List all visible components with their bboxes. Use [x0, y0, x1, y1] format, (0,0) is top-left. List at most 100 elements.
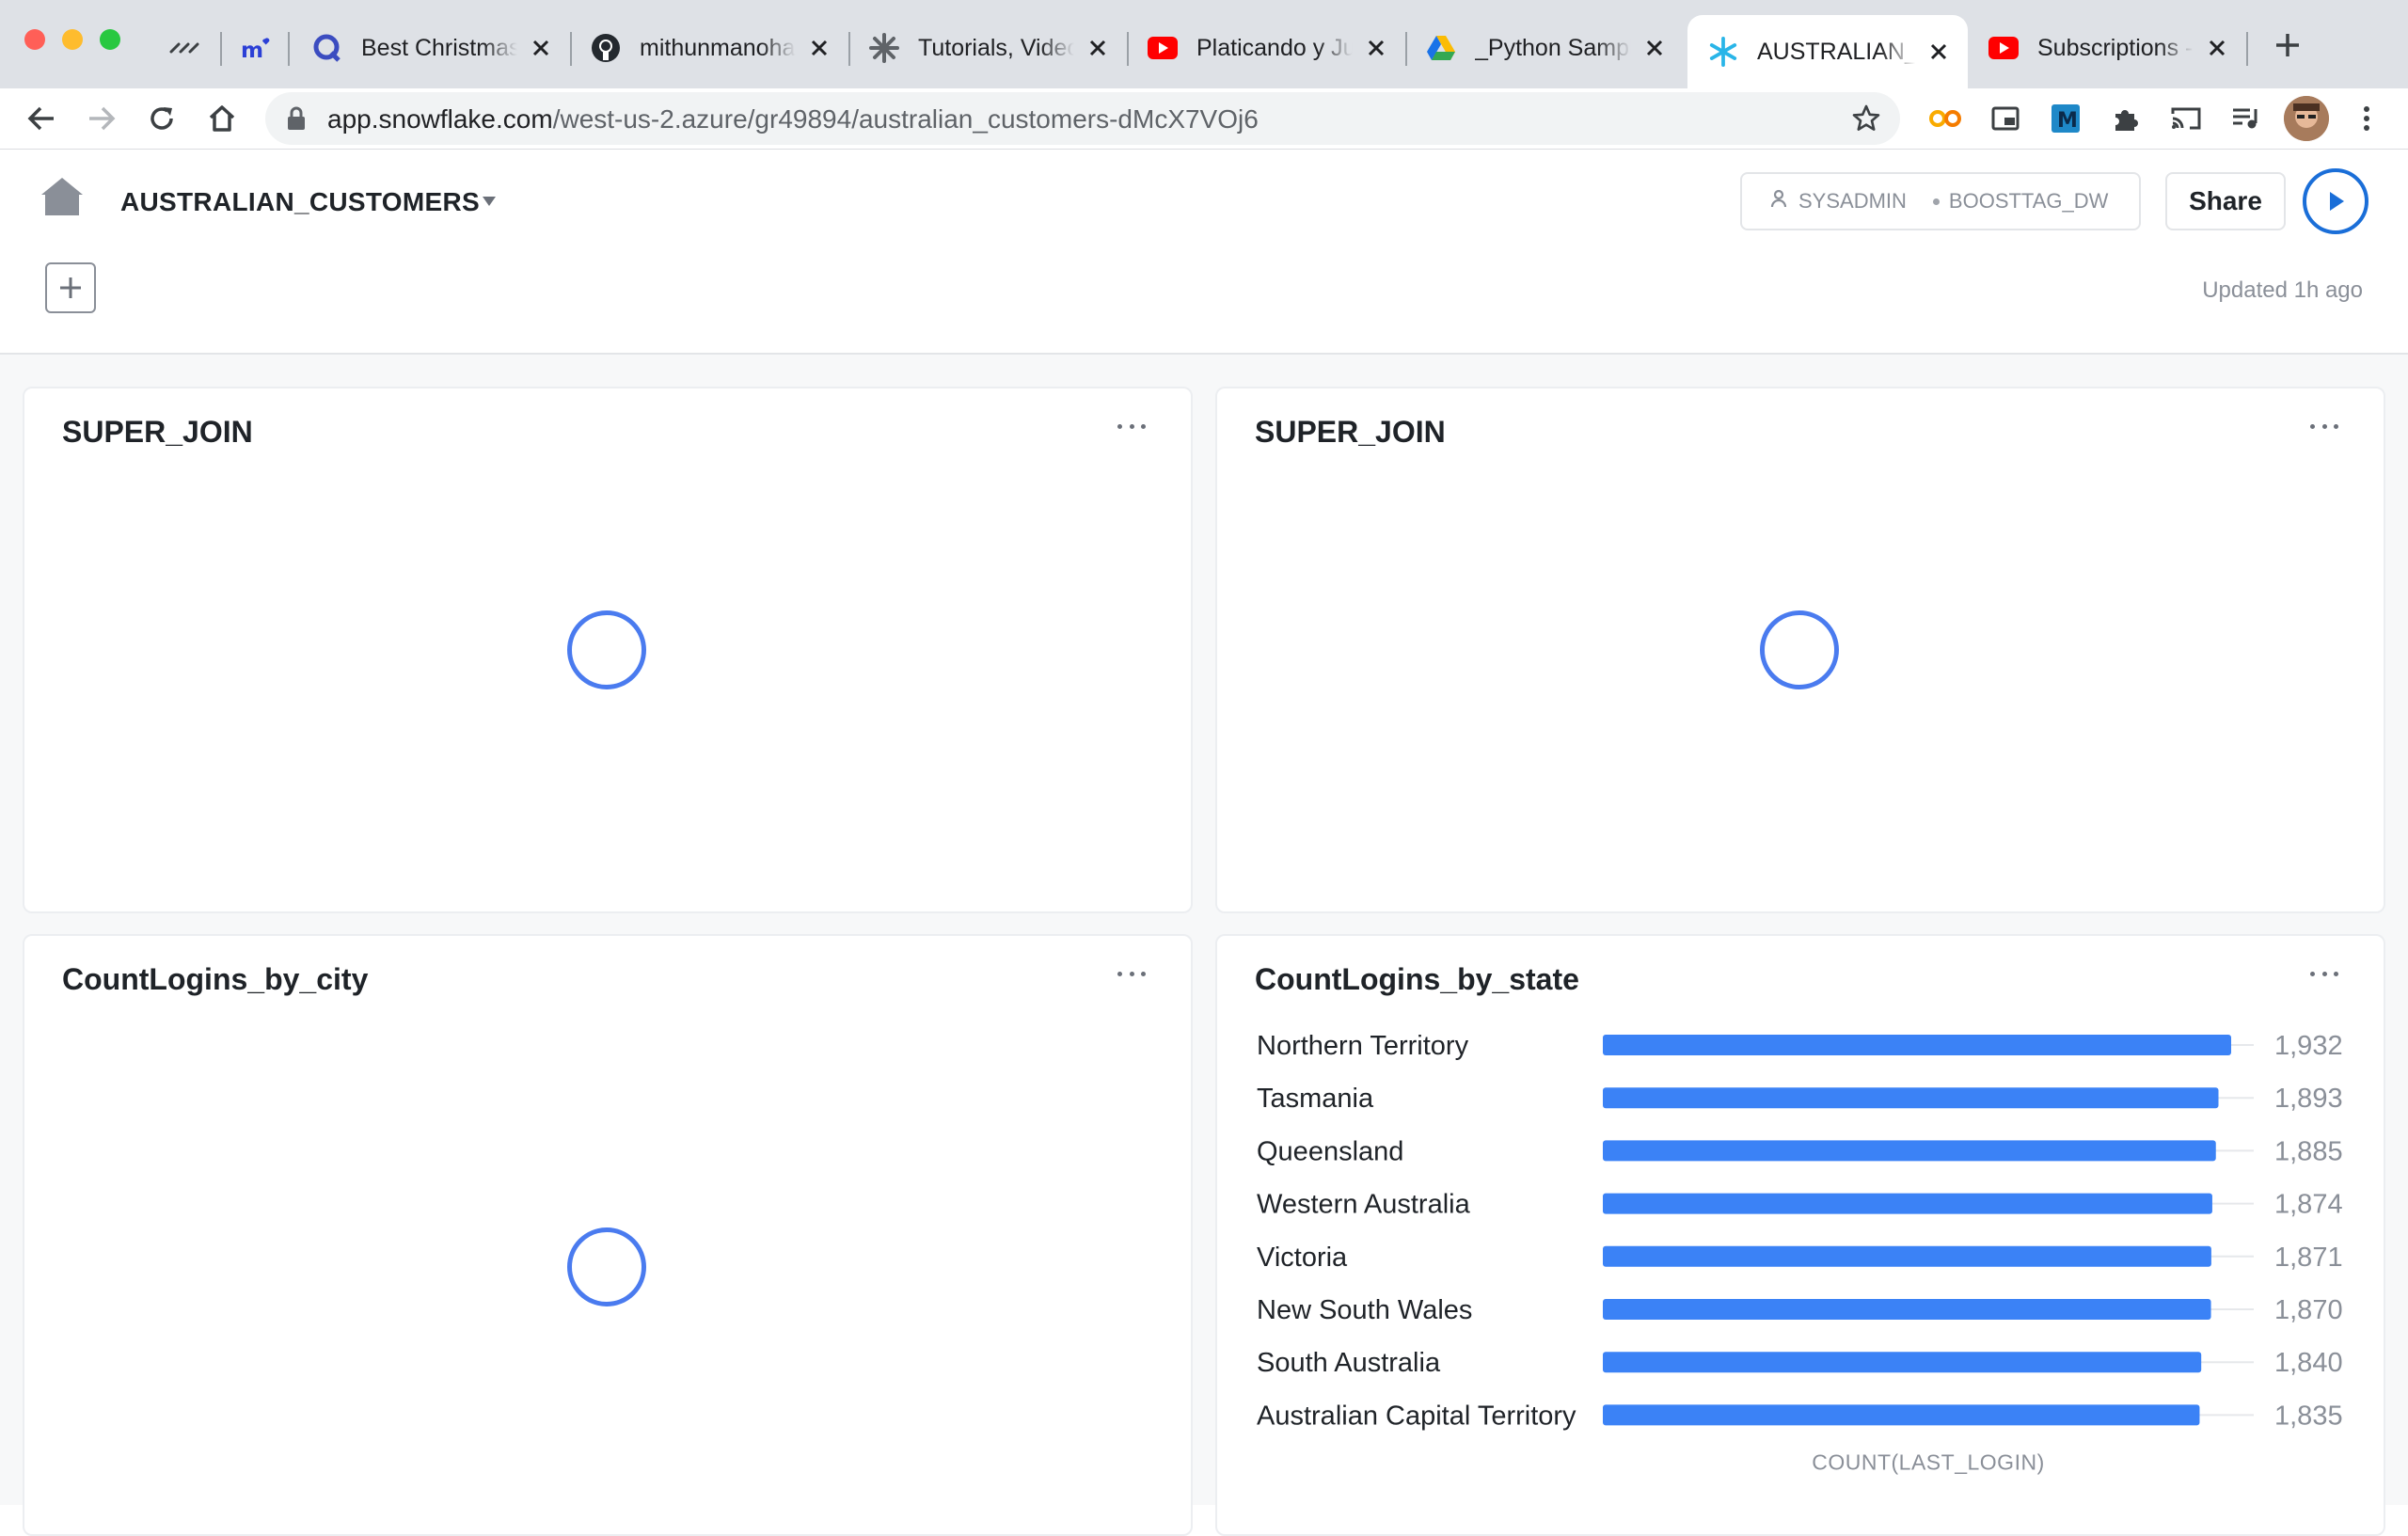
tab-title: _Python Sampl [1475, 34, 1631, 61]
tile-super-join-1[interactable]: SUPER_JOIN [23, 387, 1193, 913]
browser-tab-1[interactable] [160, 17, 209, 79]
bar-category-label: Tasmania [1257, 1084, 1374, 1114]
chevron-down-icon[interactable] [482, 195, 497, 212]
picture-in-picture-icon[interactable] [1985, 98, 2026, 139]
bar-value-label: 1,885 [2274, 1136, 2343, 1166]
maximize-window-button[interactable] [100, 29, 120, 50]
address-bar[interactable]: app.snowflake.com/west-us-2.azure/gr4989… [265, 92, 1900, 145]
tab-title: Tutorials, Video [918, 34, 1074, 61]
user-icon [1770, 189, 1787, 214]
browser-tab-9[interactable]: Subscriptions - [1968, 17, 2246, 79]
bar-category-label: Queensland [1257, 1136, 1403, 1166]
run-button[interactable] [2303, 168, 2368, 234]
bar[interactable] [1603, 1404, 2200, 1426]
tab-title: Best Christmas [361, 34, 517, 61]
bar[interactable] [1603, 1352, 2202, 1373]
browser-menu-icon[interactable] [2346, 98, 2387, 139]
updated-timestamp: Updated 1h ago [2202, 277, 2363, 303]
bar-value-label: 1,893 [2274, 1084, 2343, 1114]
bar[interactable] [1603, 1087, 2219, 1109]
warehouse-label: BOOSTTAG_DW [1948, 189, 2109, 213]
bar[interactable] [1603, 1035, 2231, 1055]
browser-toolbar: app.snowflake.com/west-us-2.azure/gr4989… [0, 88, 2408, 150]
home-icon[interactable] [40, 176, 85, 222]
bar-value-label: 1,870 [2274, 1295, 2343, 1325]
tile-title: SUPER_JOIN [62, 415, 253, 449]
dashboard-grid: SUPER_JOIN SUPER_JOIN CountLogins_by_cit… [0, 355, 2408, 1536]
role-label: SYSADMIN [1798, 189, 1907, 213]
close-tab-icon[interactable] [1642, 36, 1667, 60]
bar-category-label: Northern Territory [1257, 1031, 1469, 1061]
more-options-icon[interactable] [2310, 424, 2338, 432]
tile-super-join-2[interactable]: SUPER_JOIN [1215, 387, 2385, 913]
extensions-puzzle-icon[interactable] [2105, 98, 2147, 139]
loading-spinner [1760, 610, 1839, 689]
x-axis-label: COUNT(LAST_LOGIN) [1812, 1449, 2044, 1474]
bookmark-star-icon[interactable] [1851, 103, 1881, 138]
snowflake-icon [1708, 37, 1738, 67]
more-options-icon[interactable] [1117, 972, 1146, 979]
q-icon [312, 33, 342, 63]
bar-value-label: 1,835 [2274, 1401, 2343, 1431]
bar[interactable] [1603, 1140, 2216, 1162]
tab-title: AUSTRALIAN_C [1757, 38, 1915, 65]
snowflake-gear-icon [869, 33, 899, 63]
bar[interactable] [1603, 1299, 2211, 1320]
dashes-icon [169, 33, 199, 63]
tile-countlogins-by-city[interactable]: CountLogins_by_city [23, 934, 1193, 1536]
reload-button[interactable] [141, 98, 182, 139]
minimize-window-button[interactable] [62, 29, 83, 50]
bar-value-label: 1,874 [2274, 1190, 2343, 1220]
github-icon [591, 33, 621, 63]
context-selector[interactable]: SYSADMIN BOOSTTAG_DW [1740, 172, 2141, 230]
close-tab-icon[interactable] [1364, 36, 1388, 60]
tile-title: SUPER_JOIN [1255, 415, 1446, 449]
share-button[interactable]: Share [2165, 172, 2286, 230]
media-playlist-icon[interactable] [2226, 98, 2267, 139]
extension-m-icon[interactable]: M [2045, 98, 2086, 139]
browser-tab-active[interactable]: AUSTRALIAN_C [1687, 15, 1968, 88]
svg-text:M: M [2057, 109, 2078, 133]
svg-text:m: m [241, 39, 263, 62]
bar-category-label: Victoria [1257, 1243, 1348, 1273]
forward-button[interactable] [81, 98, 122, 139]
browser-tab-4[interactable]: mithunmanoha [570, 17, 848, 79]
browser-tab-7[interactable]: _Python Sampl [1405, 17, 1684, 79]
browser-tab-3[interactable]: Best Christmas [292, 17, 570, 79]
bar-category-label: South Australia [1257, 1348, 1441, 1378]
home-button[interactable] [201, 98, 243, 139]
bar-category-label: Australian Capital Territory [1257, 1401, 1576, 1431]
dashboard-header: AUSTRALIAN_CUSTOMERS SYSADMIN BOOSTTAG_D… [0, 150, 2408, 355]
dashboard-title[interactable]: AUSTRALIAN_CUSTOMERS [120, 187, 480, 217]
back-button[interactable] [21, 98, 62, 139]
browser-tab-5[interactable]: Tutorials, Video [848, 17, 1127, 79]
more-options-icon[interactable] [1117, 424, 1146, 432]
url-text: app.snowflake.com/west-us-2.azure/gr4989… [327, 104, 1259, 135]
close-tab-icon[interactable] [1926, 40, 1951, 64]
youtube-icon [1148, 33, 1178, 63]
new-tab-button[interactable] [2269, 26, 2306, 64]
close-tab-icon[interactable] [2205, 36, 2229, 60]
profile-avatar[interactable] [2284, 96, 2329, 141]
youtube-icon [1988, 33, 2019, 63]
close-window-button[interactable] [24, 29, 45, 50]
separator-dot [1932, 198, 1940, 205]
bar[interactable] [1603, 1245, 2211, 1267]
add-tile-button[interactable] [45, 262, 96, 313]
tab-title: Subscriptions - [2037, 34, 2194, 61]
tab-title: Platicando y Ju [1196, 34, 1353, 61]
lock-icon[interactable] [286, 105, 307, 136]
cast-icon[interactable] [2165, 98, 2207, 139]
tile-countlogins-by-state[interactable]: CountLogins_by_state Northern Territory 1… [1215, 934, 2385, 1536]
browser-tab-6[interactable]: Platicando y Ju [1127, 17, 1405, 79]
browser-tab-bar: m Best Christmas mithunmanoha Tutorials,… [0, 0, 2408, 88]
browser-tab-2[interactable]: m [231, 17, 280, 79]
tab-title: mithunmanoha [640, 34, 796, 61]
bar-category-label: Western Australia [1257, 1190, 1471, 1220]
bar[interactable] [1603, 1193, 2212, 1214]
close-tab-icon[interactable] [807, 36, 832, 60]
close-tab-icon[interactable] [529, 36, 553, 60]
extension-co-icon[interactable] [1925, 98, 1966, 139]
m-heart-icon: m [241, 33, 271, 63]
close-tab-icon[interactable] [1085, 36, 1110, 60]
